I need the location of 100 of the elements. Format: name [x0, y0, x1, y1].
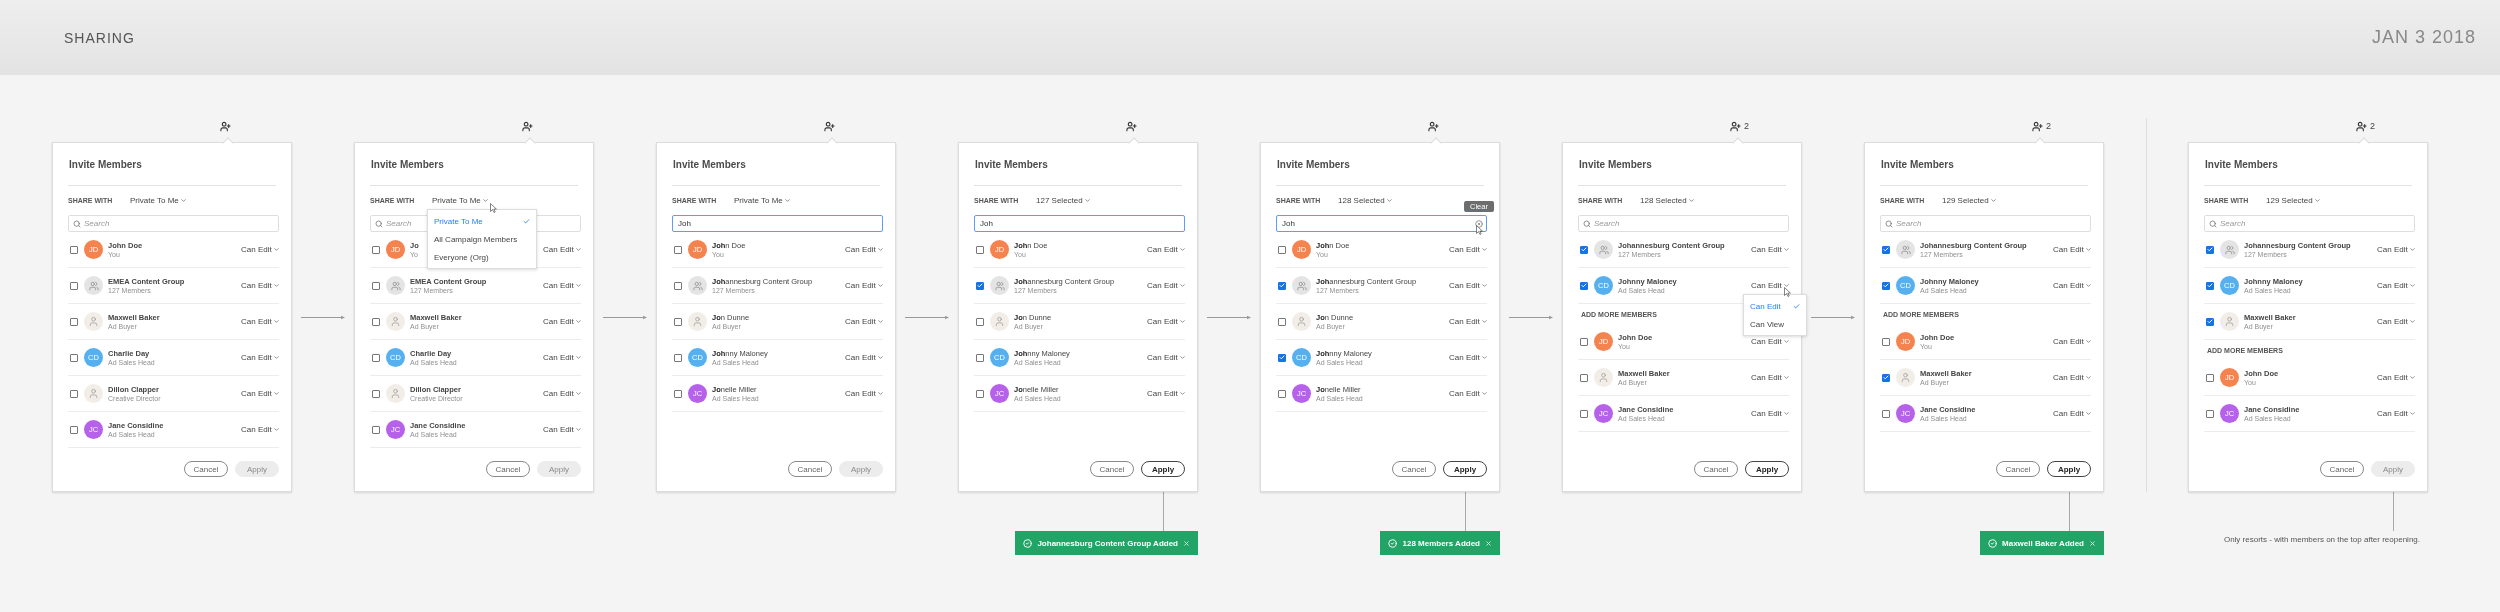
- permission-dropdown[interactable]: Can Edit: [2053, 281, 2092, 290]
- search-field[interactable]: Joh: [974, 215, 1185, 232]
- search-field[interactable]: Search: [1880, 215, 2091, 232]
- apply-button[interactable]: Apply: [1141, 461, 1185, 477]
- permission-dropdown[interactable]: Can Edit: [845, 317, 884, 326]
- search-field[interactable]: Search: [68, 215, 279, 232]
- checkbox[interactable]: [1882, 337, 1890, 346]
- add-user-icon[interactable]: [1730, 120, 1741, 132]
- share-dropdown[interactable]: 128 Selected: [1338, 196, 1393, 205]
- share-dropdown[interactable]: Private To Me: [432, 196, 489, 205]
- permission-dropdown[interactable]: Can Edit: [543, 245, 582, 254]
- permission-dropdown[interactable]: Can Edit: [543, 317, 582, 326]
- permission-dropdown[interactable]: Can Edit: [543, 389, 582, 398]
- checkbox[interactable]: [1882, 245, 1890, 254]
- checkbox[interactable]: [372, 353, 380, 362]
- add-user-icon[interactable]: [1428, 120, 1439, 132]
- checkbox[interactable]: [1278, 245, 1286, 254]
- checkbox[interactable]: [372, 245, 380, 254]
- checkbox[interactable]: [674, 317, 682, 326]
- permission-dropdown[interactable]: Can Edit: [2053, 245, 2092, 254]
- permission-dropdown[interactable]: Can Edit: [1751, 281, 1790, 290]
- checkbox[interactable]: [1882, 281, 1890, 290]
- cancel-button[interactable]: Cancel: [2320, 461, 2364, 477]
- permission-dropdown[interactable]: Can Edit: [241, 281, 280, 290]
- close-icon[interactable]: [1485, 539, 1492, 547]
- apply-button[interactable]: Apply: [2047, 461, 2091, 477]
- checkbox[interactable]: [70, 317, 78, 326]
- share-dropdown[interactable]: 129 Selected: [2266, 196, 2321, 205]
- permission-dropdown[interactable]: Can Edit: [1449, 281, 1488, 290]
- permission-dropdown[interactable]: Can Edit: [1147, 245, 1186, 254]
- permission-dropdown[interactable]: Can Edit: [845, 389, 884, 398]
- share-dropdown[interactable]: 129 Selected: [1942, 196, 1997, 205]
- close-icon[interactable]: [1183, 539, 1190, 547]
- menu-item[interactable]: Can View: [1744, 315, 1806, 333]
- permission-dropdown[interactable]: Can Edit: [2377, 317, 2416, 326]
- permission-dropdown[interactable]: Can Edit: [543, 281, 582, 290]
- share-dropdown[interactable]: 128 Selected: [1640, 196, 1695, 205]
- checkbox[interactable]: [976, 389, 984, 398]
- permission-dropdown[interactable]: Can Edit: [1449, 317, 1488, 326]
- share-dropdown[interactable]: 127 Selected: [1036, 196, 1091, 205]
- permission-dropdown[interactable]: Can Edit: [1449, 389, 1488, 398]
- add-user-icon[interactable]: [522, 120, 533, 132]
- checkbox[interactable]: [674, 245, 682, 254]
- search-field[interactable]: Joh: [1276, 215, 1487, 232]
- cancel-button[interactable]: Cancel: [1392, 461, 1436, 477]
- permission-dropdown[interactable]: Can Edit: [241, 389, 280, 398]
- close-icon[interactable]: [2089, 539, 2096, 547]
- permission-dropdown[interactable]: Can Edit: [2377, 245, 2416, 254]
- add-user-icon[interactable]: [824, 120, 835, 132]
- checkbox[interactable]: [1580, 281, 1588, 290]
- permission-dropdown[interactable]: Can Edit: [1147, 281, 1186, 290]
- checkbox[interactable]: [1882, 373, 1890, 382]
- add-user-icon[interactable]: [220, 120, 231, 132]
- cancel-button[interactable]: Cancel: [486, 461, 530, 477]
- permission-dropdown[interactable]: Can Edit: [1751, 245, 1790, 254]
- permission-dropdown[interactable]: Can Edit: [241, 425, 280, 434]
- permission-dropdown[interactable]: Can Edit: [543, 353, 582, 362]
- cancel-button[interactable]: Cancel: [1694, 461, 1738, 477]
- checkbox[interactable]: [2206, 245, 2214, 254]
- checkbox[interactable]: [1580, 245, 1588, 254]
- checkbox[interactable]: [372, 317, 380, 326]
- cancel-button[interactable]: Cancel: [184, 461, 228, 477]
- menu-item[interactable]: All Campaign Members: [428, 230, 536, 248]
- menu-item[interactable]: Everyone (Org): [428, 248, 536, 266]
- checkbox[interactable]: [372, 425, 380, 434]
- checkbox[interactable]: [372, 281, 380, 290]
- search-field[interactable]: Search: [2204, 215, 2415, 232]
- search-field[interactable]: Joh: [672, 215, 883, 232]
- cancel-button[interactable]: Cancel: [1996, 461, 2040, 477]
- checkbox[interactable]: [1580, 337, 1588, 346]
- permission-dropdown[interactable]: Can Edit: [1147, 389, 1186, 398]
- permission-dropdown[interactable]: Can Edit: [2053, 373, 2092, 382]
- permission-dropdown[interactable]: Can Edit: [1751, 409, 1790, 418]
- permission-dropdown[interactable]: Can Edit: [1147, 317, 1186, 326]
- share-dropdown[interactable]: Private To Me: [734, 196, 791, 205]
- apply-button[interactable]: Apply: [1443, 461, 1487, 477]
- checkbox[interactable]: [1278, 281, 1286, 290]
- checkbox[interactable]: [70, 389, 78, 398]
- checkbox[interactable]: [976, 281, 984, 290]
- checkbox[interactable]: [70, 425, 78, 434]
- permission-dropdown[interactable]: Can Edit: [845, 281, 884, 290]
- checkbox[interactable]: [372, 389, 380, 398]
- checkbox[interactable]: [2206, 409, 2214, 418]
- search-field[interactable]: Search: [1578, 215, 1789, 232]
- clear-icon[interactable]: [1475, 219, 1483, 228]
- checkbox[interactable]: [1882, 409, 1890, 418]
- permission-dropdown[interactable]: Can Edit: [2377, 409, 2416, 418]
- permission-dropdown[interactable]: Can Edit: [1147, 353, 1186, 362]
- cancel-button[interactable]: Cancel: [788, 461, 832, 477]
- checkbox[interactable]: [1278, 389, 1286, 398]
- permission-dropdown[interactable]: Can Edit: [1751, 373, 1790, 382]
- checkbox[interactable]: [976, 353, 984, 362]
- permission-dropdown[interactable]: Can Edit: [845, 245, 884, 254]
- permission-dropdown[interactable]: Can Edit: [845, 353, 884, 362]
- permission-dropdown[interactable]: Can Edit: [2377, 373, 2416, 382]
- checkbox[interactable]: [2206, 281, 2214, 290]
- permission-dropdown[interactable]: Can Edit: [2053, 409, 2092, 418]
- menu-item[interactable]: Private To Me: [428, 212, 536, 230]
- add-user-icon[interactable]: [2032, 120, 2043, 132]
- checkbox[interactable]: [1278, 317, 1286, 326]
